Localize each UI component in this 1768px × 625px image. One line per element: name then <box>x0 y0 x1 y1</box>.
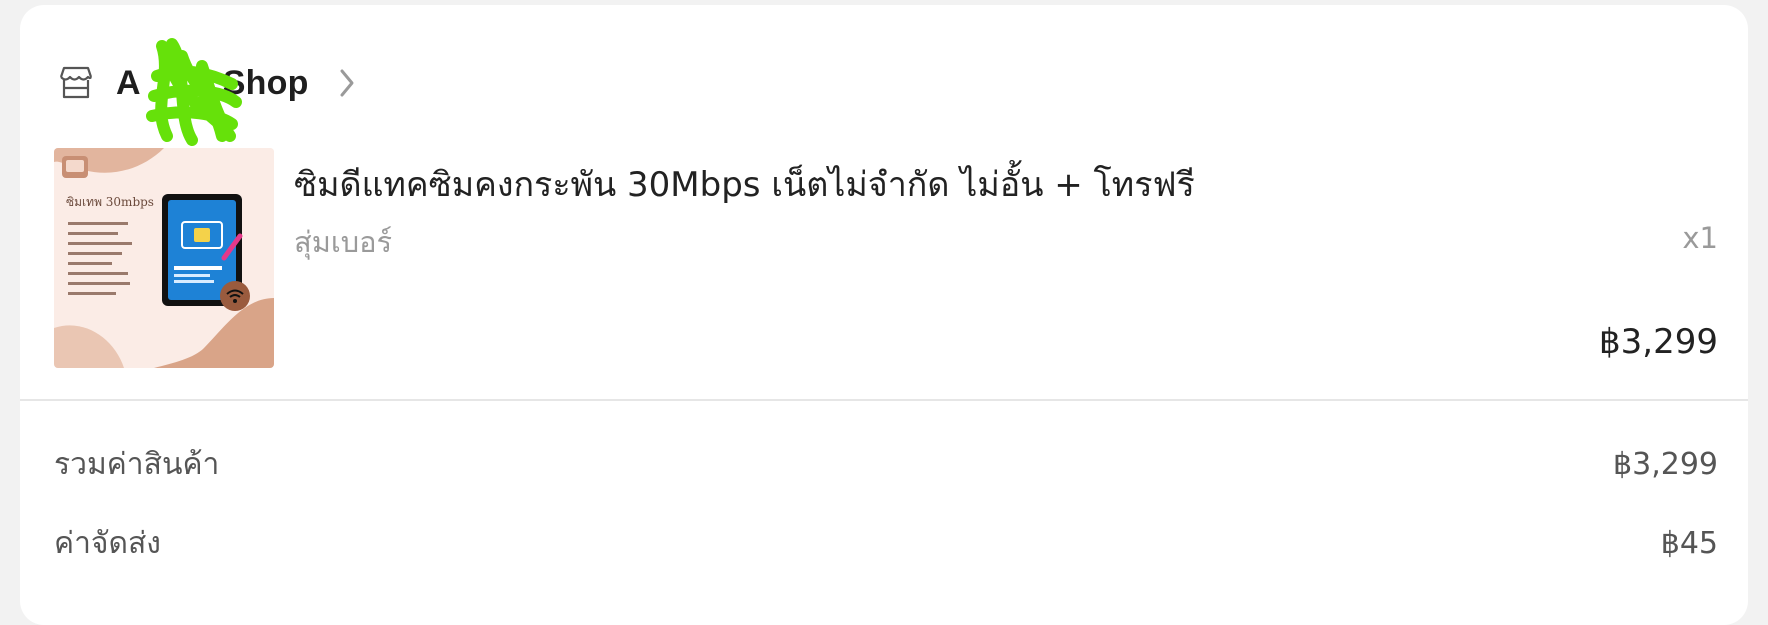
shop-name[interactable]: A Shop <box>116 37 309 146</box>
thumbnail-caption: ซิมเทพ 30mbps <box>66 195 154 209</box>
subtotal-row: รวมค่าสินค้า ฿3,299 <box>54 441 1718 487</box>
product-price: ฿3,299 <box>1599 322 1718 362</box>
divider <box>20 399 1748 401</box>
subtotal-value: ฿3,299 <box>1613 446 1718 482</box>
order-card: A Shop ซิมเทพ 30mbps ซิมดีแทคซิมคงกระพัน… <box>20 5 1748 625</box>
product-quantity: x1 <box>1682 221 1718 255</box>
product-thumbnail[interactable]: ซิมเทพ 30mbps <box>54 148 274 368</box>
shop-name-suffix: Shop <box>222 63 309 102</box>
subtotal-label: รวมค่าสินค้า <box>54 446 220 482</box>
shop-header[interactable]: A Shop <box>58 37 357 146</box>
chevron-right-icon[interactable] <box>337 67 357 99</box>
shop-name-prefix: A <box>116 63 141 102</box>
product-variant: สุ่มเบอร์ <box>294 225 393 259</box>
product-title[interactable]: ซิมดีแทคซิมคงกระพัน 30Mbps เน็ตไม่จำกัด … <box>294 157 1195 211</box>
store-icon <box>58 63 98 103</box>
shipping-row: ค่าจัดส่ง ฿45 <box>54 520 1718 566</box>
shipping-value: ฿45 <box>1660 525 1718 561</box>
shipping-label: ค่าจัดส่ง <box>54 525 161 561</box>
